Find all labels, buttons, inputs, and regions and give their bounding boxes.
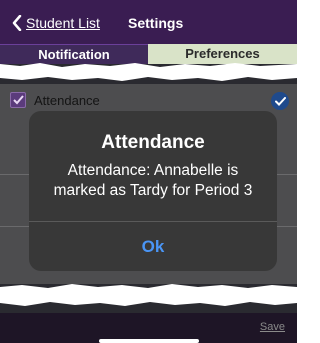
alert-title: Attendance bbox=[101, 132, 205, 153]
ok-button[interactable]: Ok bbox=[29, 222, 277, 271]
back-button-label: Student List bbox=[26, 15, 100, 31]
navigation-bar: Student List Settings bbox=[0, 0, 297, 44]
save-button[interactable]: Save bbox=[260, 321, 285, 333]
app-screen: Student List Settings Notification Prefe… bbox=[0, 0, 297, 343]
checkmark-icon bbox=[12, 95, 24, 105]
chevron-left-icon bbox=[12, 15, 22, 31]
torn-paper-edge bbox=[0, 63, 297, 81]
selected-check-icon bbox=[271, 92, 289, 110]
attendance-checkbox[interactable] bbox=[10, 92, 26, 108]
back-button[interactable]: Student List bbox=[12, 13, 100, 33]
alert-message: Attendance: Annabelle is marked as Tardy… bbox=[53, 162, 253, 199]
home-indicator bbox=[99, 339, 199, 343]
list-item-label: Attendance bbox=[34, 92, 100, 108]
list-item[interactable]: Attendance bbox=[10, 90, 100, 110]
page-title: Settings bbox=[128, 15, 184, 31]
torn-paper-edge bbox=[0, 284, 297, 306]
alert-dialog: Attendance Attendance: Annabelle is mark… bbox=[29, 111, 277, 271]
